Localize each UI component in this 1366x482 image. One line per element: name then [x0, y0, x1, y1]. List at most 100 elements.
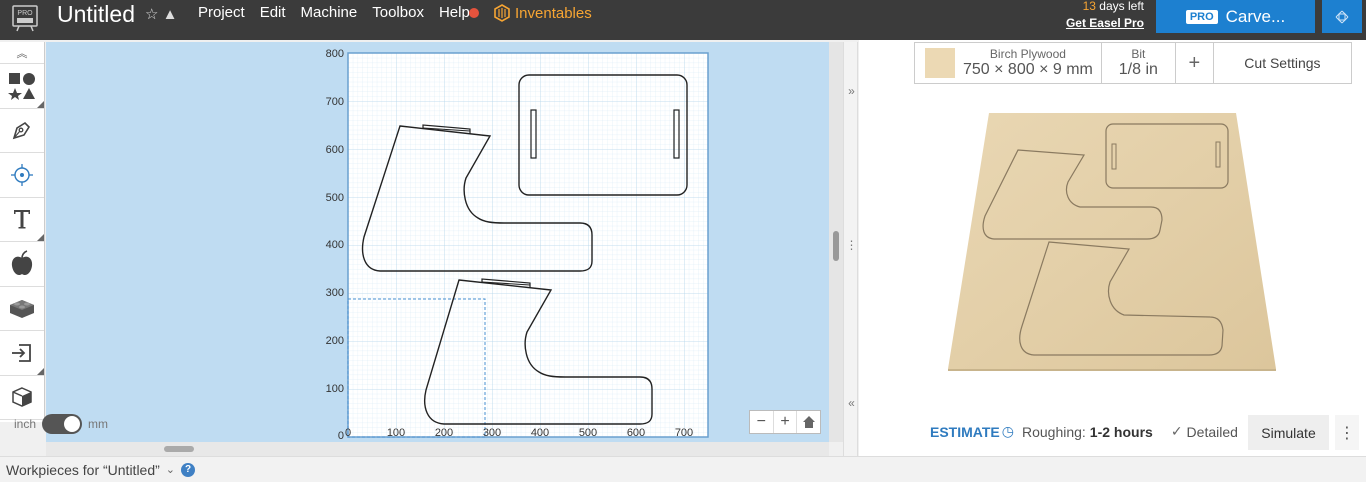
3d-preview[interactable] — [946, 112, 1276, 374]
inventables-label: Inventables — [515, 4, 592, 22]
carve-pro-badge: PRO — [1185, 9, 1218, 24]
carve-button[interactable]: PRO Carve... — [1156, 0, 1315, 33]
home-icon — [802, 416, 815, 428]
notification-dot-icon — [469, 8, 479, 18]
menu-edit[interactable]: Edit — [260, 4, 286, 21]
workpieces-bar[interactable]: Workpieces for “Untitled” ⌄ ? — [0, 456, 1366, 482]
warning-icon[interactable]: ▲ — [163, 6, 178, 23]
panel-divider[interactable]: » ⋮ « — [843, 42, 858, 456]
units-toggle-group: inch mm — [14, 414, 108, 434]
more-options-button[interactable]: ⋮ — [1335, 415, 1359, 450]
point-tool[interactable] — [0, 153, 44, 198]
zoom-in-button[interactable]: + — [774, 411, 798, 433]
estimate-row: ESTIMATE ◷ Roughing: 1-2 hours ✓ Detaile… — [930, 423, 1238, 440]
double-chevron-right-icon[interactable]: » — [844, 84, 859, 98]
easel-logo-icon[interactable]: PRO — [10, 4, 40, 32]
material-swatch — [925, 48, 955, 78]
y-tick-700: 700 — [326, 96, 344, 108]
home-view-button[interactable] — [797, 411, 820, 433]
horizontal-scroll-thumb[interactable] — [164, 446, 194, 452]
add-bit-button[interactable]: + — [1176, 43, 1214, 83]
shapes-tool[interactable] — [0, 64, 44, 109]
material-selector[interactable]: Birch Plywood 750 × 800 × 9 mm — [915, 43, 1102, 83]
x-tick-100: 100 — [387, 427, 405, 439]
shapes-icon — [8, 72, 35, 100]
drag-handle-icon[interactable]: ⋮ — [844, 238, 859, 252]
menu-machine[interactable]: Machine — [301, 4, 358, 21]
roughing-label: Roughing: — [1021, 423, 1086, 440]
units-toggle[interactable] — [42, 414, 83, 434]
y-tick-800: 800 — [326, 48, 344, 60]
y-tick-500: 500 — [326, 192, 344, 204]
main-menu: Project Edit Machine Toolbox Help — [198, 4, 485, 21]
pen-tool[interactable] — [0, 109, 44, 153]
x-tick-400: 400 — [531, 427, 549, 439]
units-mm-label[interactable]: mm — [88, 417, 108, 431]
material-name: Birch Plywood — [989, 47, 1066, 61]
workpieces-label[interactable]: Workpieces for “Untitled” — [6, 462, 160, 478]
preview-panel: Birch Plywood 750 × 800 × 9 mm Bit 1/8 i… — [859, 40, 1366, 456]
title-icons: ☆ ▲ — [145, 5, 177, 23]
design-canvas[interactable]: 800 700 600 500 400 300 200 100 0 0 100 … — [46, 42, 829, 442]
y-tick-300: 300 — [326, 287, 344, 299]
menu-project[interactable]: Project — [198, 4, 245, 21]
x-tick-200: 200 — [435, 427, 453, 439]
toolbar-collapse-button[interactable]: ︽ — [0, 42, 44, 64]
material-bar: Birch Plywood 750 × 800 × 9 mm Bit 1/8 i… — [914, 42, 1352, 84]
text-submenu-indicator — [37, 234, 44, 241]
text-tool[interactable] — [0, 198, 44, 242]
crosshair-icon — [11, 163, 33, 186]
trial-suffix: days left — [1095, 0, 1144, 13]
double-chevron-up-icon: ︽ — [16, 47, 28, 60]
shapes-submenu-indicator — [37, 100, 44, 108]
expand-button[interactable] — [1322, 0, 1362, 33]
cut-settings-button[interactable]: Cut Settings — [1214, 43, 1351, 83]
inventables-hex-icon — [494, 4, 510, 22]
material-dims: 750 × 800 × 9 mm — [963, 61, 1093, 78]
pen-icon — [12, 122, 31, 140]
y-tick-400: 400 — [326, 239, 344, 251]
y-tick-600: 600 — [326, 144, 344, 156]
units-inch-label[interactable]: inch — [14, 417, 36, 431]
logo-badge: PRO — [17, 10, 33, 17]
apple-icon — [11, 249, 33, 275]
bit-label: Bit — [1131, 47, 1146, 61]
bit-value: 1/8 in — [1118, 61, 1158, 78]
y-tick-200: 200 — [326, 335, 344, 347]
lego-brick-icon — [10, 300, 34, 319]
help-icon[interactable]: ? — [181, 462, 196, 477]
vertical-scroll-thumb[interactable] — [833, 231, 839, 261]
double-chevron-left-icon[interactable]: « — [844, 396, 859, 410]
trial-info: 13 days left Get Easel Pro — [1060, 0, 1144, 32]
icon-library-tool[interactable] — [0, 242, 44, 287]
top-bar: PRO Untitled ☆ ▲ Project Edit Machine To… — [0, 0, 1366, 40]
checkmark-icon: ✓ — [1170, 423, 1183, 439]
simulate-button[interactable]: Simulate — [1248, 415, 1329, 450]
detailed-label[interactable]: Detailed — [1187, 424, 1238, 440]
x-tick-300: 300 — [483, 427, 501, 439]
zoom-out-button[interactable]: − — [750, 411, 774, 433]
menu-help[interactable]: Help — [439, 4, 470, 21]
get-pro-link[interactable]: Get Easel Pro — [1060, 15, 1144, 32]
trial-days: 13 — [1082, 0, 1096, 13]
star-icon[interactable]: ☆ — [145, 6, 158, 23]
project-title[interactable]: Untitled — [57, 1, 135, 28]
bit-selector[interactable]: Bit 1/8 in — [1102, 43, 1176, 83]
inventables-link[interactable]: Inventables — [493, 4, 592, 22]
estimate-label[interactable]: ESTIMATE — [930, 424, 1000, 440]
left-toolbar: ︽ — [0, 42, 45, 422]
chevron-down-icon[interactable]: ⌄ — [166, 463, 175, 476]
menu-toolbox[interactable]: Toolbox — [372, 4, 424, 21]
carve-label: Carve... — [1225, 6, 1286, 26]
import-tool[interactable] — [0, 331, 44, 376]
x-tick-0: 0 — [345, 427, 351, 439]
apps-tool[interactable] — [0, 287, 44, 331]
import-icon — [12, 343, 31, 362]
roughing-value: 1-2 hours — [1089, 423, 1153, 440]
x-tick-600: 600 — [627, 427, 645, 439]
import-submenu-indicator — [37, 367, 44, 375]
expand-icon — [1335, 10, 1349, 23]
clock-icon: ◷ — [1001, 423, 1014, 439]
text-t-icon — [14, 210, 30, 229]
y-tick-0: 0 — [338, 430, 344, 442]
